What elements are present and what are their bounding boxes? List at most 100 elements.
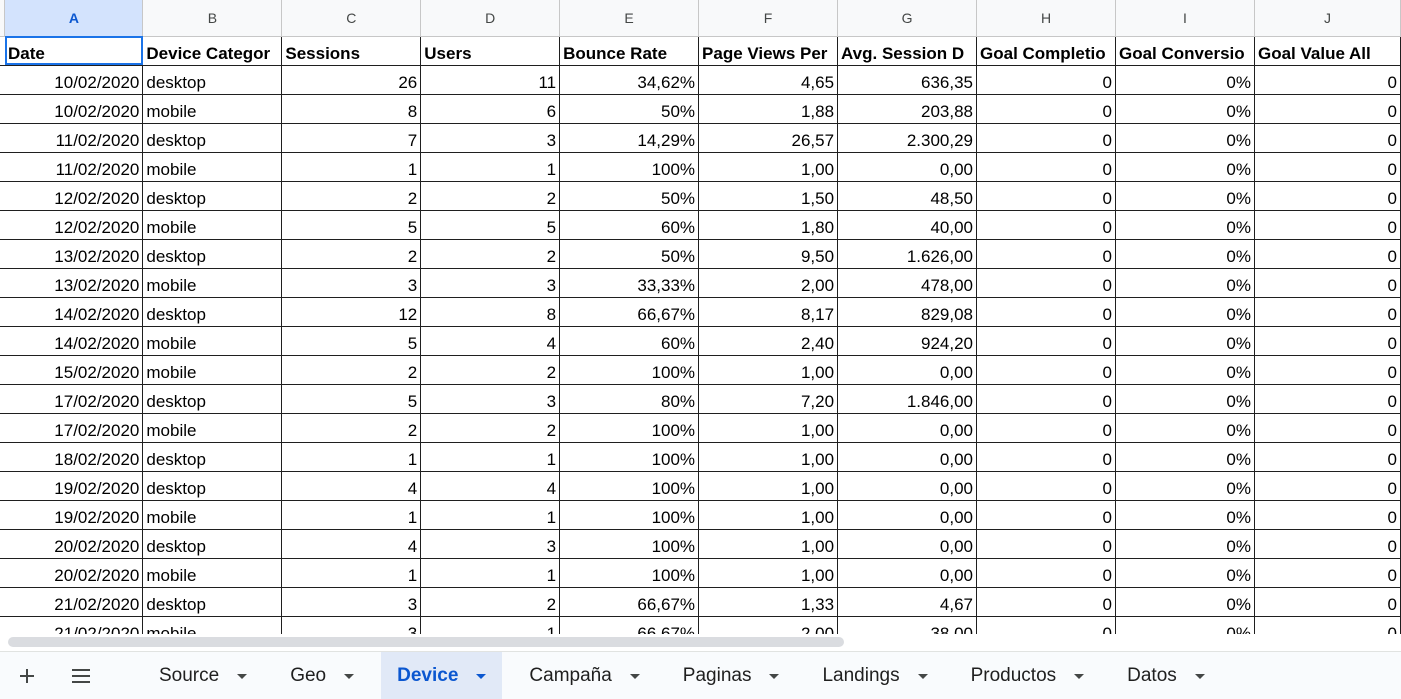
cell-a[interactable]: 18/02/2020: [4, 442, 144, 472]
cell-c[interactable]: 2: [281, 239, 422, 269]
column-header-e[interactable]: E: [559, 0, 700, 37]
cell-h[interactable]: 0: [976, 210, 1116, 240]
cell-f[interactable]: 26,57: [698, 123, 839, 153]
cell-e[interactable]: 100%: [559, 500, 700, 530]
cell-h[interactable]: 0: [976, 384, 1116, 414]
caret-down-icon[interactable]: [917, 674, 928, 679]
cell-c[interactable]: 3: [281, 587, 422, 617]
cell-a[interactable]: 17/02/2020: [4, 413, 144, 443]
cell-d[interactable]: 1: [420, 616, 561, 635]
horizontal-scrollbar-thumb[interactable]: [8, 637, 844, 647]
cell-h[interactable]: 0: [976, 616, 1116, 635]
cell-b[interactable]: mobile: [142, 355, 283, 385]
cell-h[interactable]: 0: [976, 471, 1116, 501]
cell-f[interactable]: 1,00: [698, 471, 839, 501]
cell-c[interactable]: 1: [281, 500, 422, 530]
cell-e[interactable]: 14,29%: [559, 123, 700, 153]
cell-b[interactable]: desktop: [142, 239, 283, 269]
cell-f[interactable]: 8,17: [698, 297, 839, 327]
cell-g[interactable]: 203,88: [837, 94, 978, 124]
cell-d[interactable]: 3: [420, 268, 561, 298]
cell-f[interactable]: 9,50: [698, 239, 839, 269]
cell-e[interactable]: 100%: [559, 529, 700, 559]
cell-a[interactable]: 21/02/2020: [4, 587, 144, 617]
cell-c[interactable]: 3: [281, 268, 422, 298]
cell-i[interactable]: 0%: [1115, 587, 1255, 617]
cell-g[interactable]: 478,00: [837, 268, 978, 298]
cell-b[interactable]: mobile: [142, 152, 283, 182]
cell-f[interactable]: 1,88: [698, 94, 839, 124]
cell-g[interactable]: 4,67: [837, 587, 978, 617]
caret-down-icon[interactable]: [237, 674, 248, 679]
column-header-d[interactable]: D: [420, 0, 561, 37]
header-cell-c[interactable]: Sessions: [281, 36, 422, 66]
cell-d[interactable]: 2: [420, 413, 561, 443]
caret-down-icon[interactable]: [1194, 674, 1205, 679]
cell-h[interactable]: 0: [976, 442, 1116, 472]
cell-h[interactable]: 0: [976, 268, 1116, 298]
cell-j[interactable]: 0: [1254, 558, 1401, 588]
cell-g[interactable]: 0,00: [837, 152, 978, 182]
cell-f[interactable]: 7,20: [698, 384, 839, 414]
cell-f[interactable]: 1,00: [698, 355, 839, 385]
cell-d[interactable]: 8: [420, 297, 561, 327]
cell-j[interactable]: 0: [1254, 500, 1401, 530]
cell-h[interactable]: 0: [976, 152, 1116, 182]
caret-down-icon[interactable]: [769, 674, 780, 679]
cell-b[interactable]: mobile: [142, 94, 283, 124]
cell-b[interactable]: mobile: [142, 616, 283, 635]
cell-i[interactable]: 0%: [1115, 210, 1255, 240]
cell-j[interactable]: 0: [1254, 239, 1401, 269]
cell-d[interactable]: 4: [420, 471, 561, 501]
header-cell-e[interactable]: Bounce Rate: [559, 36, 700, 66]
cell-j[interactable]: 0: [1254, 326, 1401, 356]
cell-j[interactable]: 0: [1254, 529, 1401, 559]
cell-h[interactable]: 0: [976, 326, 1116, 356]
cell-i[interactable]: 0%: [1115, 65, 1255, 95]
cell-i[interactable]: 0%: [1115, 471, 1255, 501]
cell-g[interactable]: 40,00: [837, 210, 978, 240]
cell-d[interactable]: 2: [420, 355, 561, 385]
cell-c[interactable]: 4: [281, 529, 422, 559]
cell-a[interactable]: 13/02/2020: [4, 268, 144, 298]
cell-g[interactable]: 48,50: [837, 181, 978, 211]
cell-g[interactable]: 0,00: [837, 500, 978, 530]
cell-j[interactable]: 0: [1254, 384, 1401, 414]
cell-f[interactable]: 2,00: [698, 268, 839, 298]
cell-g[interactable]: 1.626,00: [837, 239, 978, 269]
cell-g[interactable]: 0,00: [837, 471, 978, 501]
cell-b[interactable]: mobile: [142, 413, 283, 443]
column-header-i[interactable]: I: [1115, 0, 1255, 37]
cell-f[interactable]: 1,50: [698, 181, 839, 211]
header-cell-d[interactable]: Users: [420, 36, 561, 66]
cell-j[interactable]: 0: [1254, 413, 1401, 443]
cell-g[interactable]: 924,20: [837, 326, 978, 356]
sheet-tab-source[interactable]: Source: [143, 652, 263, 699]
cell-j[interactable]: 0: [1254, 181, 1401, 211]
cell-b[interactable]: mobile: [142, 210, 283, 240]
cell-h[interactable]: 0: [976, 94, 1116, 124]
cell-f[interactable]: 1,00: [698, 529, 839, 559]
sheet-tab-landings[interactable]: Landings: [806, 652, 943, 699]
column-header-a[interactable]: A: [4, 0, 144, 37]
header-cell-i[interactable]: Goal Conversio: [1115, 36, 1255, 66]
cell-b[interactable]: mobile: [142, 268, 283, 298]
cell-e[interactable]: 66,67%: [559, 616, 700, 635]
cell-c[interactable]: 5: [281, 326, 422, 356]
cell-h[interactable]: 0: [976, 239, 1116, 269]
cell-c[interactable]: 4: [281, 471, 422, 501]
cell-b[interactable]: desktop: [142, 65, 283, 95]
cell-b[interactable]: desktop: [142, 123, 283, 153]
cell-b[interactable]: mobile: [142, 326, 283, 356]
cell-a[interactable]: 13/02/2020: [4, 239, 144, 269]
cell-g[interactable]: 829,08: [837, 297, 978, 327]
cell-e[interactable]: 60%: [559, 326, 700, 356]
cell-g[interactable]: 0,00: [837, 413, 978, 443]
cell-a[interactable]: 14/02/2020: [4, 297, 144, 327]
cell-j[interactable]: 0: [1254, 297, 1401, 327]
cell-c[interactable]: 1: [281, 442, 422, 472]
cell-d[interactable]: 1: [420, 152, 561, 182]
cell-d[interactable]: 4: [420, 326, 561, 356]
cell-i[interactable]: 0%: [1115, 239, 1255, 269]
cell-e[interactable]: 100%: [559, 442, 700, 472]
